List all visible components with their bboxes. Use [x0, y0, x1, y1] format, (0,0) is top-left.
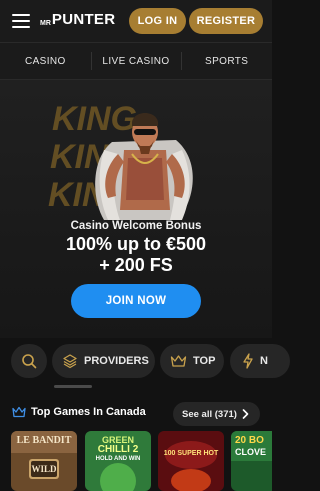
top-games-section: Top Games In Canada See all (371) LE BAN… — [0, 398, 272, 491]
game-tile-le-bandit[interactable]: LE BANDIT WILD — [11, 431, 77, 491]
see-all-button[interactable]: See all (371) — [173, 402, 260, 426]
nav-item-live-casino[interactable]: LIVE CASINO — [90, 43, 182, 79]
game-tile-100-super-hot[interactable]: 100 SUPER HOT — [158, 431, 224, 491]
section-title: Top Games In Canada — [31, 406, 146, 418]
login-button[interactable]: LOG IN — [129, 8, 186, 34]
next-chip-label: N — [260, 355, 268, 367]
top-header: MR PUNTER LOG IN REGISTER — [0, 0, 272, 42]
top-chip[interactable]: TOP — [160, 344, 224, 378]
bonus-subtitle: Casino Welcome Bonus — [70, 220, 202, 232]
search-icon — [22, 354, 37, 369]
filter-bar: PROVIDERS TOP N — [0, 338, 290, 398]
providers-label: PROVIDERS — [84, 355, 149, 367]
game-subtitle: HOLD AND WIN — [95, 456, 141, 462]
see-all-label: See all (371) — [182, 408, 237, 420]
bonus-headline: 100% up to €500 + 200 FS — [0, 234, 272, 276]
game-title: 20 BO — [235, 435, 264, 446]
crown-icon — [12, 406, 26, 418]
top-label: TOP — [193, 355, 216, 367]
lightning-icon — [243, 353, 253, 369]
logo-prefix: MR — [40, 20, 51, 27]
game-title: LE BANDIT — [16, 435, 72, 446]
game-thumbnail — [158, 431, 224, 491]
main-nav: CASINO LIVE CASINO SPORTS — [0, 42, 272, 80]
promo-banner[interactable]: KING KING KING Casino Welcome Bonus 100%… — [0, 80, 272, 338]
game-title-line2: CHILLI 2 — [97, 444, 139, 455]
chevron-right-icon — [242, 409, 249, 419]
logo[interactable]: MR PUNTER — [40, 11, 115, 28]
next-category-chip[interactable]: N — [230, 344, 290, 378]
horizontal-scroll-indicator — [54, 385, 92, 388]
game-tile-green-chilli-2[interactable]: GREEN CHILLI 2 HOLD AND WIN — [85, 431, 151, 491]
nav-item-casino[interactable]: CASINO — [0, 43, 91, 79]
join-now-button[interactable]: JOIN NOW — [71, 284, 201, 318]
bonus-headline-line1: 100% up to €500 — [65, 234, 207, 254]
game-tile-20-bonus-clover[interactable]: 20 BO CLOVE — [231, 431, 272, 491]
game-subtitle: CLOVE — [235, 447, 267, 457]
section-header: Top Games In Canada — [12, 406, 146, 418]
nav-item-sports[interactable]: SPORTS — [181, 43, 272, 79]
banner-bg-word: KING — [52, 100, 137, 138]
game-subtitle: WILD — [31, 464, 57, 474]
providers-chip[interactable]: PROVIDERS — [52, 344, 155, 378]
menu-icon[interactable] — [12, 14, 30, 28]
crown-icon — [170, 355, 187, 367]
game-title: 100 SUPER HOT — [163, 450, 219, 457]
logo-wordmark: PUNTER — [51, 11, 116, 28]
bonus-headline-line2: + 200 FS — [99, 255, 173, 275]
search-button[interactable] — [11, 344, 47, 378]
register-button[interactable]: REGISTER — [189, 8, 263, 34]
providers-layers-icon — [63, 354, 77, 369]
